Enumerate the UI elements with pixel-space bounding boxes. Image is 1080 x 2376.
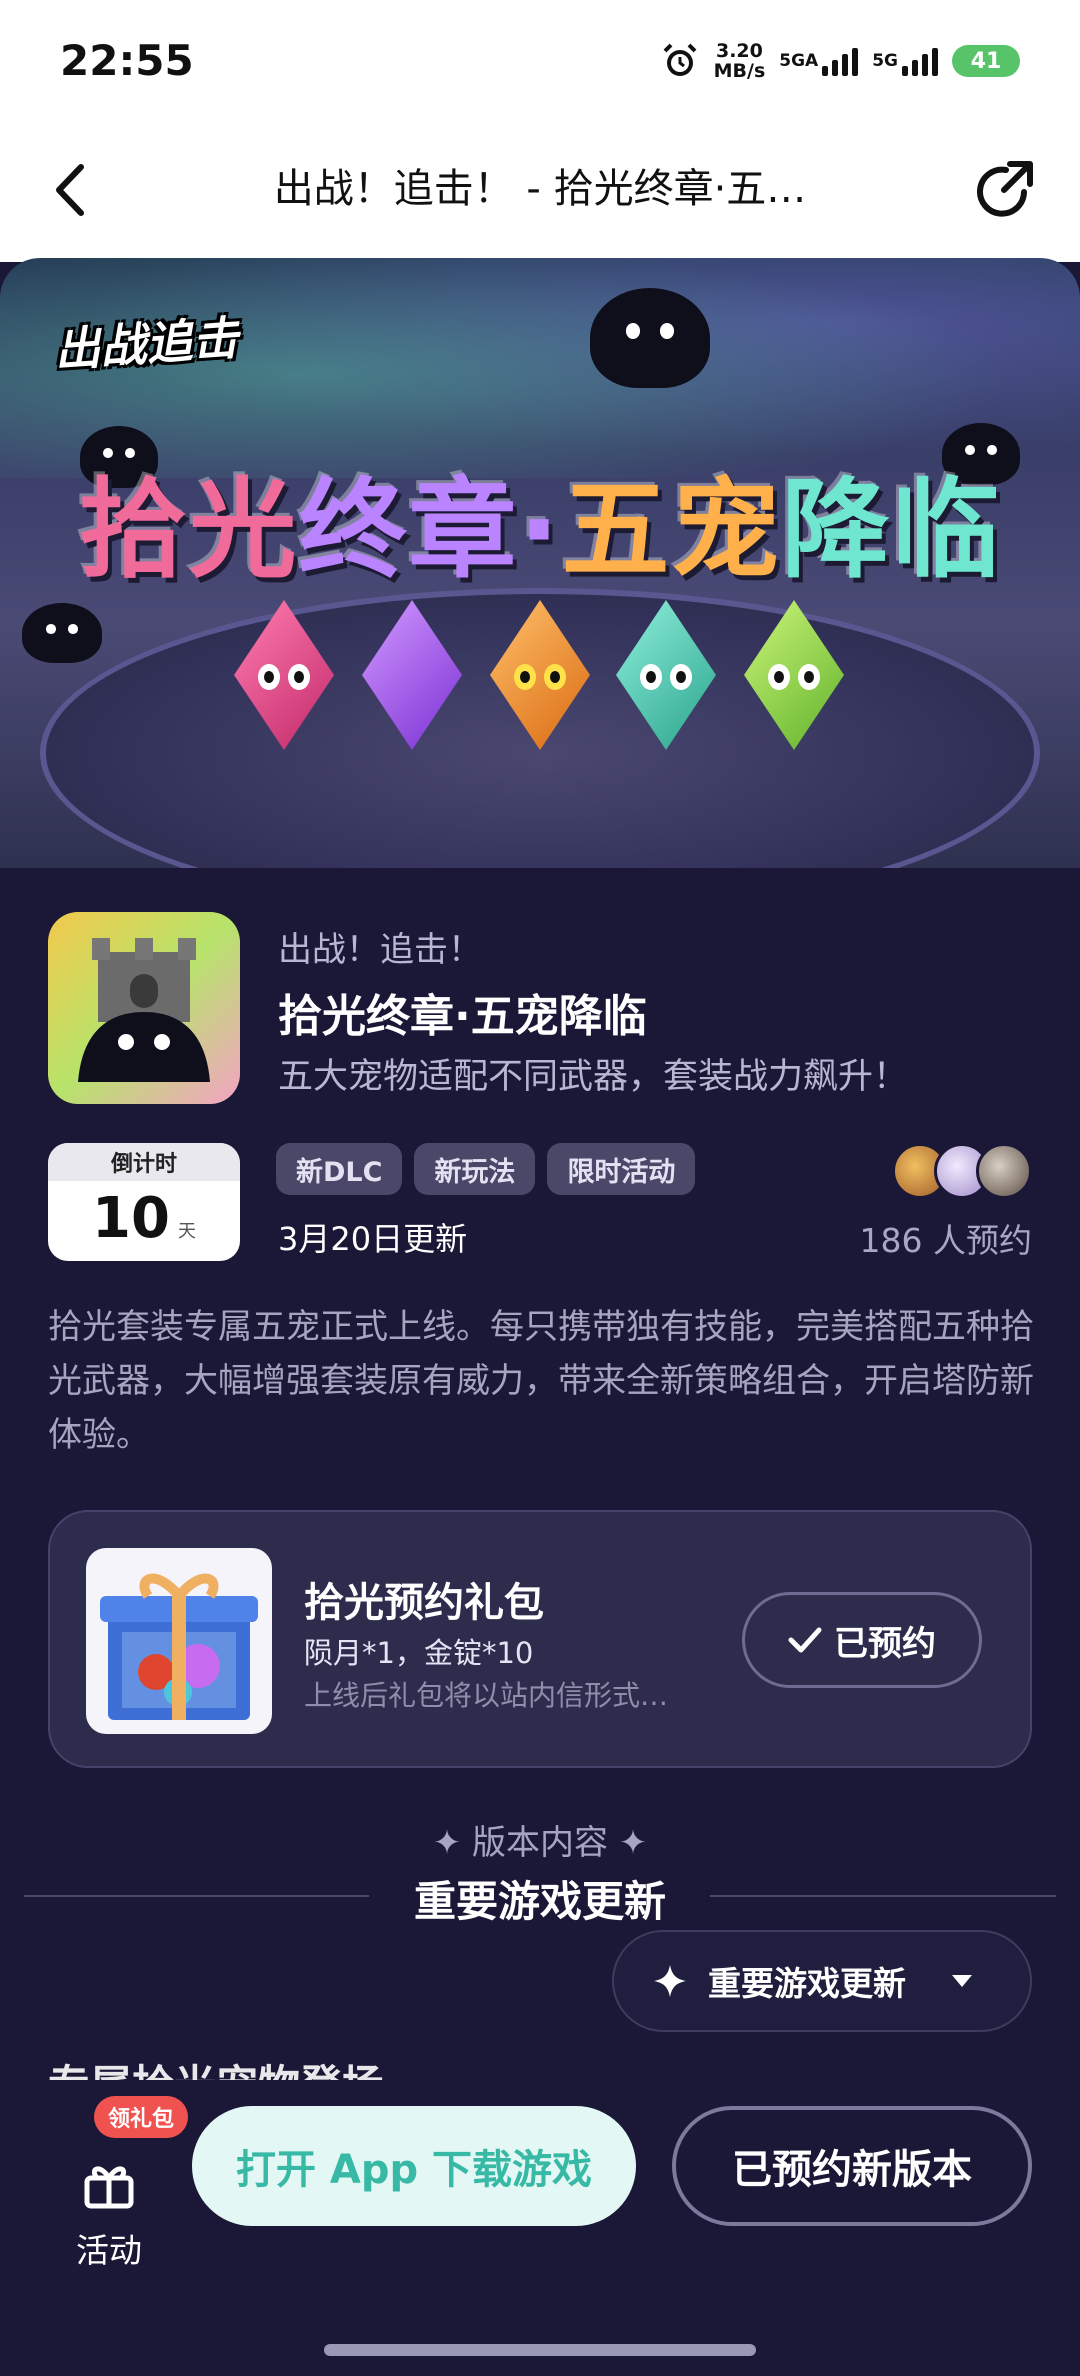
banner-title-part: 终章 <box>298 468 519 593</box>
section-title: 重要游戏更新 <box>413 1877 666 1926</box>
gift-pack-card[interactable]: 拾光预约礼包 陨月*1，金锭*10 上线后礼包将以站内信形式… 已预约 <box>48 1510 1032 1768</box>
version-dropdown-label: 重要游戏更新 <box>708 1964 906 2003</box>
gift-box-image <box>86 1548 272 1734</box>
tag-new-dlc: 新DLC <box>276 1143 403 1195</box>
reserved-button[interactable]: 已预约 <box>742 1592 982 1688</box>
update-date: 3月20日更新 <box>278 1220 468 1258</box>
network-speed: 3.20 MB/s <box>714 41 766 81</box>
game-logo: 出战追击 <box>52 310 240 378</box>
back-button[interactable] <box>40 150 100 230</box>
check-icon <box>788 1627 822 1653</box>
net-speed-unit: MB/s <box>713 60 766 82</box>
activity-button[interactable]: 活动 <box>64 2126 154 2270</box>
banner-title-part: · <box>518 468 562 593</box>
bottom-action-bar: 活动 领礼包 打开 App 下载游戏 已预约新版本 <box>0 2080 1080 2376</box>
status-icons: 3.20 MB/s 5GA 5G 41 <box>660 38 1020 84</box>
version-dropdown[interactable]: 重要游戏更新 <box>612 1930 1032 2032</box>
reserved-version-button[interactable]: 已预约新版本 <box>672 2106 1032 2226</box>
event-description: 拾光套装专属五宠正式上线。每只携带独有技能，完美搭配五种拾光武器，大幅增强套装原… <box>48 1307 1034 1455</box>
reserved-button-label: 已预约 <box>834 1623 936 1664</box>
battery-icon: 41 <box>952 45 1020 77</box>
avatar <box>976 1143 1032 1199</box>
tag-new-gameplay: 新玩法 <box>414 1143 536 1195</box>
activity-label: 活动 <box>76 2231 142 2270</box>
slime-monster <box>22 603 102 663</box>
gift-box-icon <box>100 1573 258 1720</box>
sparkle-icon <box>654 1965 686 1997</box>
status-bar: 22:55 3.20 MB/s 5GA 5G 41 <box>0 0 1080 120</box>
reserve-count: 186 人预约 <box>859 1221 1032 1260</box>
net-speed-value: 3.20 <box>715 40 763 62</box>
gift-note: 上线后礼包将以站内信形式… <box>304 1679 669 1712</box>
reserver-avatars <box>892 1143 1032 1199</box>
banner-title-part: 降临 <box>781 468 1002 593</box>
nav-bar: 出战！追击！ - 拾光终章·五… <box>0 130 1080 250</box>
sim1-label: 5GA <box>779 51 819 71</box>
section-header: 重要游戏更新 <box>24 1868 1056 1926</box>
share-icon <box>977 161 1033 217</box>
gift-icon <box>84 2166 134 2209</box>
event-title: 拾光终章·五宠降临 <box>278 991 647 1042</box>
tag-list: 新DLC 新玩法 限时活动 <box>276 1143 696 1195</box>
event-banner: 出战追击 拾光终章·五宠降临 <box>0 258 1080 868</box>
sim2-label: 5G <box>872 51 898 71</box>
gift-badge[interactable]: 领礼包 <box>94 2096 189 2138</box>
status-time: 22:55 <box>60 36 194 85</box>
banner-title: 拾光终章·五宠降临 <box>0 443 1080 599</box>
countdown-value: 10 <box>92 1186 170 1251</box>
alarm-icon <box>663 43 697 76</box>
section-kicker: ✦ 版本内容 ✦ <box>432 1823 648 1863</box>
countdown-card: 倒计时 10 天 <box>48 1143 240 1261</box>
page-title: 出战！追击！ - 拾光终章·五… <box>273 166 807 212</box>
banner-title-part: 五宠 <box>561 468 782 593</box>
share-button[interactable] <box>964 150 1044 230</box>
banner-title-part: 拾光 <box>78 468 299 593</box>
event-subtitle: 五大宠物适配不同武器，套装战力飙升！ <box>278 1057 909 1097</box>
game-icon <box>48 912 240 1104</box>
open-app-download-button[interactable]: 打开 App 下载游戏 <box>192 2106 636 2226</box>
tag-limited-event: 限时活动 <box>547 1143 696 1195</box>
home-indicator[interactable] <box>324 2344 756 2356</box>
countdown-unit: 天 <box>177 1221 196 1242</box>
slime-monster <box>590 288 710 388</box>
gift-items: 陨月*1，金锭*10 <box>304 1636 534 1670</box>
gift-title: 拾光预约礼包 <box>304 1580 544 1626</box>
signal-icon: 5G <box>872 46 938 76</box>
tower-icon <box>78 938 210 1082</box>
signal-icon: 5GA <box>779 46 859 76</box>
game-name: 出战！追击！ <box>278 930 482 970</box>
chevron-left-icon <box>56 164 84 216</box>
countdown-label: 倒计时 <box>48 1143 240 1181</box>
top-area: 22:55 3.20 MB/s 5GA 5G 41 出战！追击！ - 拾光终章·… <box>0 0 1080 262</box>
caret-down-icon <box>952 1975 972 1987</box>
